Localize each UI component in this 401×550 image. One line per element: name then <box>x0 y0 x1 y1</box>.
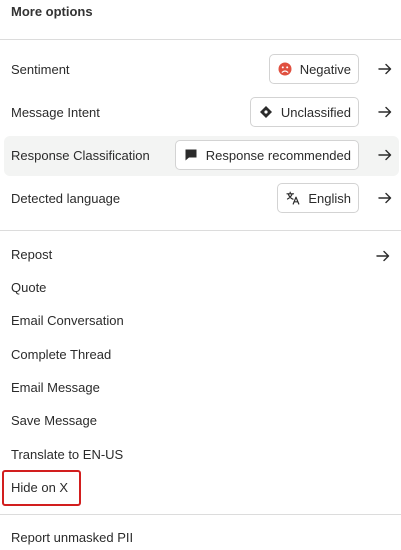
menu-item-repost[interactable]: Repost <box>11 247 52 263</box>
detected-language-value: English <box>308 190 351 206</box>
menu-item-hide-on-x[interactable]: Hide on X <box>11 480 68 496</box>
detected-language-label: Detected language <box>11 191 121 206</box>
message-intent-value: Unclassified <box>280 104 351 120</box>
menu-item-report-unmasked-pii[interactable]: Report unmasked PII <box>11 530 133 546</box>
response-classification-chip[interactable]: Response recommended <box>174 140 359 170</box>
arrow-right-icon[interactable] <box>376 249 390 263</box>
sentiment-label: Sentiment <box>11 62 70 77</box>
detected-language-row[interactable]: Detected language English <box>4 179 399 219</box>
menu-item-email-message[interactable]: Email Message <box>11 380 100 396</box>
response-classification-row[interactable]: Response Classification Response recomme… <box>4 136 399 176</box>
menu-item-complete-thread[interactable]: Complete Thread <box>11 347 111 363</box>
arrow-right-icon[interactable] <box>378 62 392 76</box>
negative-sentiment-icon <box>278 62 292 76</box>
divider <box>0 514 401 515</box>
divider <box>0 230 401 231</box>
sentiment-row[interactable]: Sentiment Negative <box>4 50 399 90</box>
detected-language-chip[interactable]: English <box>277 183 359 213</box>
message-intent-row[interactable]: Message Intent Unclassified <box>4 93 399 133</box>
menu-item-save-message[interactable]: Save Message <box>11 413 97 429</box>
message-intent-chip[interactable]: Unclassified <box>249 97 359 127</box>
diamond-icon <box>259 105 273 119</box>
divider <box>0 39 401 40</box>
arrow-right-icon[interactable] <box>378 105 392 119</box>
menu-title: More options <box>11 4 93 19</box>
menu-item-email-conversation[interactable]: Email Conversation <box>11 313 124 329</box>
more-options-menu: More options Sentiment Negative Message … <box>0 0 401 550</box>
arrow-right-icon[interactable] <box>378 191 392 205</box>
translate-icon <box>286 191 300 205</box>
sentiment-value: Negative <box>299 61 351 77</box>
chat-bubble-icon <box>184 148 198 162</box>
response-classification-value: Response recommended <box>205 147 351 163</box>
message-intent-label: Message Intent <box>11 105 100 120</box>
menu-item-translate[interactable]: Translate to EN-US <box>11 447 123 463</box>
sentiment-chip[interactable]: Negative <box>268 54 359 84</box>
arrow-right-icon[interactable] <box>378 148 392 162</box>
menu-item-quote[interactable]: Quote <box>11 280 46 296</box>
response-classification-label: Response Classification <box>11 148 150 163</box>
